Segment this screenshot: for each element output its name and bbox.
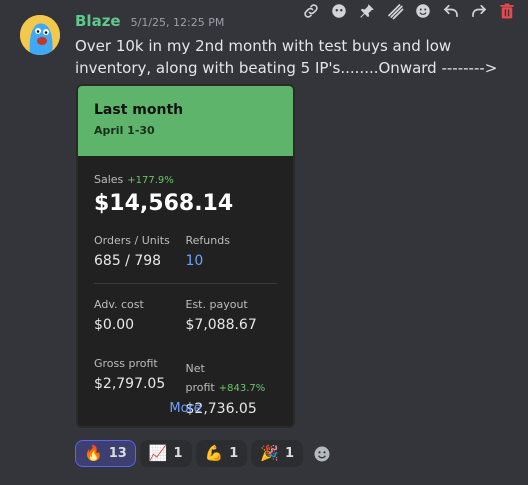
message-actions-toolbar: [280, 0, 528, 22]
refunds-value[interactable]: 10: [186, 253, 278, 269]
net-profit-delta: +843.7%: [218, 383, 266, 394]
message-text: Over 10k in my 2nd month with test buys …: [75, 37, 498, 77]
delete-icon[interactable]: [496, 0, 518, 22]
username[interactable]: Blaze: [75, 12, 121, 30]
sales-summary-card: Last month April 1-30 Sales +177.9% $14,5…: [76, 84, 295, 428]
thread-icon[interactable]: [328, 0, 350, 22]
divider: [94, 283, 277, 284]
flexed-biceps-icon: 💪: [204, 444, 224, 462]
link-icon[interactable]: [300, 0, 322, 22]
chart-increasing-icon: 📈: [148, 444, 168, 462]
reaction-party[interactable]: 🎉 1: [251, 440, 303, 467]
timestamp: 5/1/25, 12:25 PM: [130, 16, 225, 29]
card-subtitle: April 1-30: [94, 124, 155, 137]
avatar[interactable]: [20, 15, 60, 55]
forward-icon[interactable]: [384, 0, 406, 22]
pin-icon[interactable]: [356, 0, 378, 22]
orders-refunds-row: Orders / Units 685 / 798 Refunds 10: [94, 234, 277, 269]
net-profit-label: Net profit: [185, 362, 215, 394]
sales-delta: +177.9%: [127, 175, 174, 186]
sales-value: $14,568.14: [94, 191, 234, 216]
reaction-chart[interactable]: 📈 1: [139, 440, 192, 467]
reply-icon[interactable]: [440, 0, 462, 22]
reaction-count: 1: [284, 446, 294, 461]
orders-units-value: 685 / 798: [94, 253, 162, 269]
party-popper-icon: 🎉: [260, 444, 279, 462]
refunds-label: Refunds: [185, 234, 230, 247]
est-payout-value: $7,088.67: [185, 317, 257, 333]
sales-section: Sales +177.9% $14,568.14: [94, 168, 277, 216]
reaction-muscle[interactable]: 💪 1: [195, 440, 248, 467]
message-header: Blaze 5/1/25, 12:25 PM: [75, 12, 224, 30]
reaction-count: 1: [229, 446, 239, 461]
cost-payout-row: Adv. cost $0.00 Est. payout $7,088.67: [94, 298, 277, 333]
card-title: Last month: [94, 102, 184, 118]
reaction-count: 13: [108, 446, 127, 461]
gross-profit-label: Gross profit: [94, 357, 158, 370]
reaction-count: 1: [173, 446, 183, 461]
reactions-bar: 🔥 13 📈 1 💪 1 🎉 1: [75, 440, 337, 467]
card-header: Last month April 1-30: [78, 86, 293, 156]
adv-cost-label: Adv. cost: [94, 298, 144, 311]
sales-label: Sales: [94, 173, 124, 186]
reaction-fire[interactable]: 🔥 13: [75, 440, 136, 467]
more-link[interactable]: More: [78, 401, 293, 416]
est-payout-label: Est. payout: [185, 298, 248, 311]
redo-icon[interactable]: [468, 0, 490, 22]
gross-profit-value: $2,797.05: [94, 376, 166, 392]
card-body: Sales +177.9% $14,568.14 Orders / Units 6…: [78, 156, 293, 426]
add-emoji-icon: [314, 446, 330, 461]
adv-cost-value: $0.00: [94, 317, 135, 333]
orders-units-label: Orders / Units: [94, 234, 170, 247]
emoji-icon[interactable]: [412, 0, 434, 22]
add-reaction-button[interactable]: [307, 440, 337, 467]
fire-icon: 🔥: [84, 444, 103, 462]
